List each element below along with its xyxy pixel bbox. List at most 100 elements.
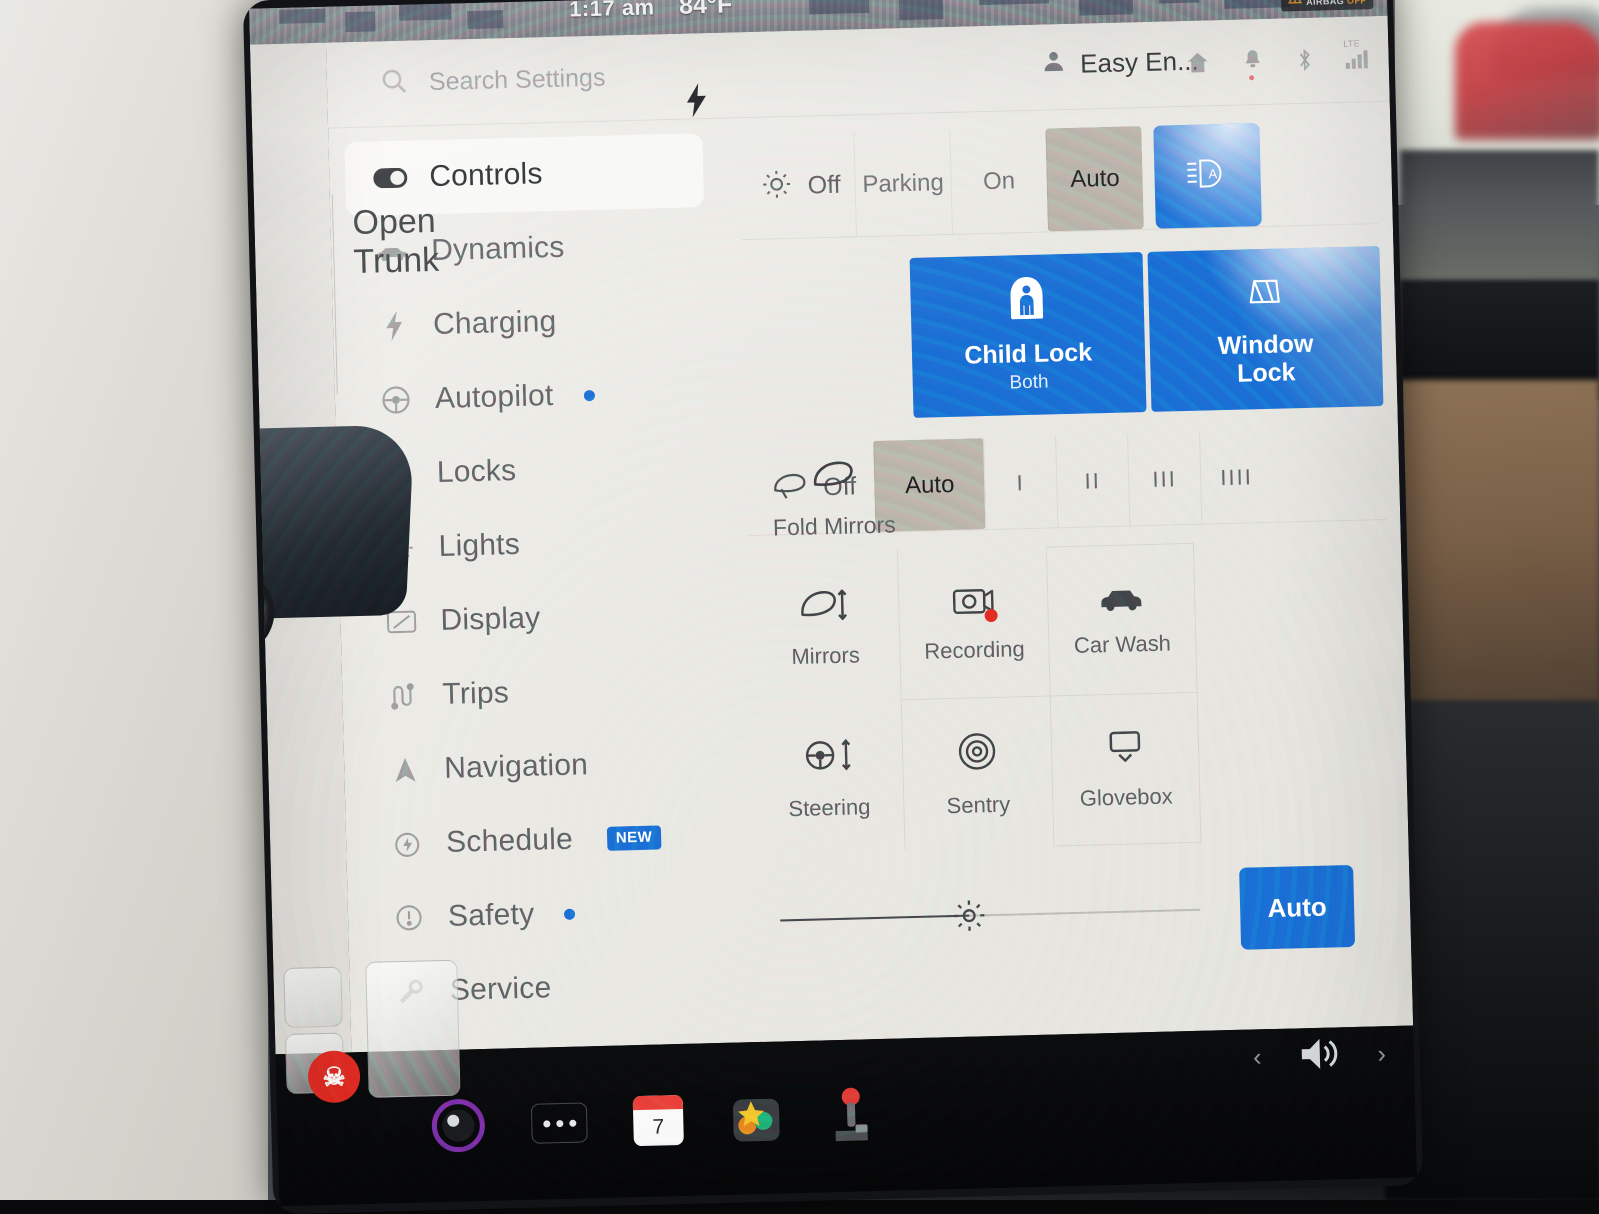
passenger-airbag-indicator: ⚠ PASSENGER AIRBAG OFF [1280, 0, 1373, 11]
control-button-grid: Mirrors Steering [749, 538, 1394, 854]
lock-tiles-row: Child Lock Both Window Lock [910, 246, 1384, 418]
schedule-new-badge: NEW [607, 825, 662, 850]
controls-content: Off Parking On Auto A [728, 102, 1413, 1042]
brightness-slider[interactable] [780, 893, 1201, 938]
glovebox-icon [1104, 727, 1147, 771]
child-lock-title: Child Lock [964, 338, 1092, 369]
characters-app-icon[interactable] [729, 1092, 784, 1143]
control-grid-column-2: Recording Sentry [897, 547, 1054, 851]
mirror-adjust-icon [797, 585, 852, 629]
steering-button[interactable]: Steering [753, 700, 905, 854]
navigation-arrow-icon [388, 755, 423, 784]
autopilot-update-dot [583, 389, 594, 400]
sentry-button[interactable]: Sentry [902, 697, 1054, 851]
auto-highbeam-button[interactable]: A [1153, 123, 1262, 229]
headlights-on-option[interactable]: On [949, 128, 1048, 233]
recording-active-dot [984, 609, 997, 622]
chevron-left-icon[interactable]: ‹ [1253, 1043, 1262, 1072]
headlights-off-option[interactable]: Off [738, 133, 855, 239]
lightning-bolt-icon [377, 311, 412, 342]
sidebar-label-navigation: Navigation [444, 748, 589, 786]
speaker-icon[interactable] [1297, 1033, 1342, 1079]
wipers-speed-1-option[interactable]: I [983, 436, 1057, 529]
clock-time: 1:17 am [569, 0, 655, 22]
environment-left-wall [0, 0, 268, 1200]
sidebar-item-navigation[interactable]: Navigation [359, 725, 719, 808]
wipers-speed-4-option[interactable]: IIII [1199, 431, 1273, 524]
open-trunk-label-line1: Open [352, 201, 493, 244]
recording-button[interactable]: Recording [898, 547, 1050, 701]
status-icon-tray: LTE [1184, 44, 1371, 82]
brightness-sun-icon[interactable] [952, 898, 987, 933]
control-grid-column-1: Mirrors Steering [749, 550, 905, 854]
search-icon [379, 66, 410, 102]
bluetooth-icon[interactable] [1294, 46, 1315, 79]
touchscreen-bezel: 1:17 am 84°F ⚠ PASSENGER AIRBAG OFF Open… [243, 0, 1423, 1214]
window-lock-icon [1245, 271, 1284, 315]
airbag-label-line2: AIRBAG [1306, 0, 1344, 7]
sidebar-item-charging[interactable]: Charging [348, 281, 708, 364]
headlights-control-row: Off Parking On Auto A [738, 120, 1378, 240]
car-render-image [249, 404, 454, 676]
headlights-auto-option[interactable]: Auto [1045, 126, 1144, 231]
sidebar-item-safety[interactable]: Safety [363, 873, 723, 956]
calendar-app-icon[interactable]: 7 [633, 1095, 684, 1146]
fold-mirrors-button[interactable]: Fold Mirrors [753, 456, 915, 542]
sidebar-item-schedule[interactable]: Schedule NEW [361, 799, 721, 882]
sidebar-label-autopilot: Autopilot [435, 379, 554, 416]
notification-dot [1249, 75, 1254, 80]
person-icon [1040, 48, 1067, 82]
airbag-state: OFF [1347, 0, 1366, 6]
headlights-parking-option[interactable]: Parking [853, 131, 952, 236]
steering-adjust-icon [801, 733, 856, 781]
joystick-app-icon[interactable] [829, 1086, 874, 1145]
safety-update-dot [564, 908, 575, 919]
glovebox-button[interactable]: Glovebox [1050, 693, 1202, 847]
child-seat-warning-icon: ☠ [307, 1050, 360, 1103]
chevron-right-icon[interactable]: › [1377, 1040, 1386, 1069]
trips-icon [386, 681, 421, 710]
environment-dashboard-top [1400, 150, 1599, 280]
mirror-icon [809, 457, 858, 497]
open-trunk-button[interactable]: Open Trunk [352, 201, 494, 283]
bell-icon[interactable] [1240, 48, 1265, 80]
outside-temperature: 84°F [679, 0, 733, 21]
settings-panel: Easy En... [326, 16, 1413, 1053]
calendar-day-number: 7 [633, 1109, 684, 1146]
toggle-switch-icon [373, 168, 407, 189]
exclamation-circle-icon [392, 903, 427, 932]
brightness-control-row: Auto [757, 864, 1397, 962]
wipers-speed-2-option[interactable]: II [1055, 435, 1129, 528]
profile-name: Easy En... [1080, 46, 1199, 80]
open-trunk-label-line2: Trunk [353, 240, 494, 283]
sidebar-label-safety: Safety [448, 898, 535, 934]
driver-profile-button[interactable]: Easy En... [1040, 45, 1199, 82]
brightness-fill [780, 915, 969, 922]
airbag-off-icon: ⚠ [1287, 0, 1301, 8]
sidebar-label-charging: Charging [433, 305, 557, 342]
car-wash-label: Car Wash [1074, 630, 1172, 658]
sidebar-label-controls: Controls [429, 157, 543, 194]
window-lock-title-line1: Window [1217, 329, 1313, 359]
camera-record-icon [952, 582, 995, 624]
glovebox-label: Glovebox [1079, 783, 1173, 811]
tesla-touchscreen: 1:17 am 84°F ⚠ PASSENGER AIRBAG OFF Open… [249, 0, 1417, 1206]
car-wash-button[interactable]: Car Wash [1046, 543, 1198, 697]
brightness-auto-button[interactable]: Auto [1239, 865, 1355, 950]
home-icon[interactable] [1184, 49, 1211, 81]
child-lock-subtitle: Both [1009, 371, 1049, 394]
mirrors-button[interactable]: Mirrors [749, 550, 901, 704]
sentry-label: Sentry [946, 791, 1010, 819]
car-front-icon [1097, 582, 1146, 618]
mirrors-label: Mirrors [791, 642, 860, 670]
wipers-speed-3-option[interactable]: III [1127, 433, 1201, 526]
window-lock-button[interactable]: Window Lock [1147, 246, 1383, 412]
svg-text:A: A [1208, 166, 1217, 181]
environment-red-car [1455, 22, 1599, 140]
volume-controls: ‹ › [1253, 1032, 1387, 1080]
sidebar-label-trips: Trips [442, 676, 509, 712]
cellular-signal-icon[interactable]: LTE [1344, 47, 1371, 75]
headlights-off-label: Off [807, 171, 841, 201]
child-lock-button[interactable]: Child Lock Both [910, 252, 1146, 418]
lightning-bolt-icon[interactable] [683, 83, 710, 123]
